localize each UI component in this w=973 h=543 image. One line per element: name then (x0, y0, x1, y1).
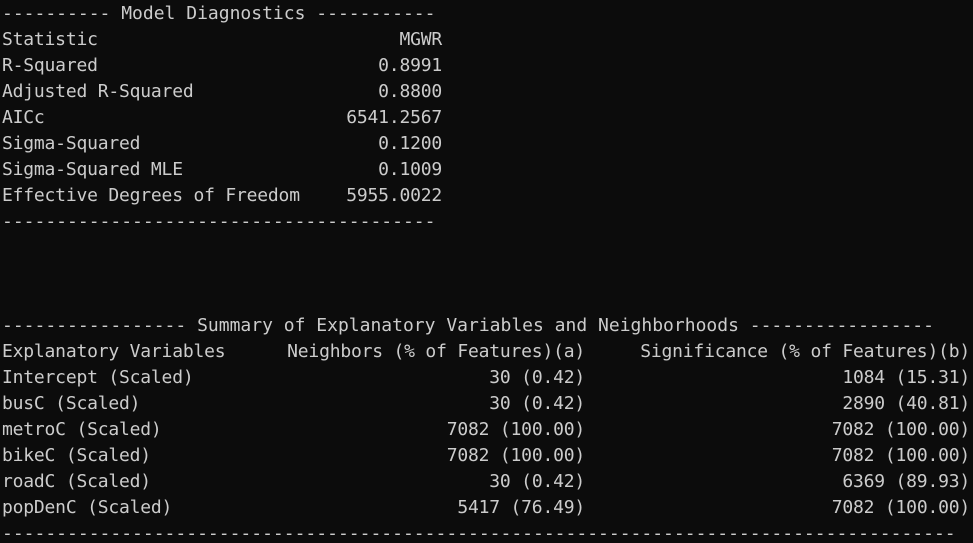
variable-name: Intercept (Scaled) (2, 367, 194, 388)
table-row: popDenC (Scaled) 5417 (76.49) 7082 (100.… (2, 495, 970, 521)
table-row: roadC (Scaled) 30 (0.42) 6369 (89.93) (2, 469, 970, 495)
diagnostic-row: AICc 6541.2567 (2, 105, 442, 131)
neighbors-value: 30 (0.42) (489, 471, 585, 492)
variable-name: roadC (Scaled) (2, 471, 151, 492)
diagnostic-row: R-Squared 0.8991 (2, 53, 442, 79)
neighbors-value: 30 (0.42) (489, 393, 585, 414)
significance-header: Significance (% of Features)(b) (640, 341, 970, 362)
statistic-header: Statistic (2, 29, 98, 50)
variable-name: bikeC (Scaled) (2, 445, 151, 466)
diagnostic-label: R-Squared (2, 55, 98, 76)
diagnostic-value: 5955.0022 (346, 185, 442, 206)
diagnostic-row: Sigma-Squared 0.1200 (2, 131, 442, 157)
mgwr-header: MGWR (399, 29, 442, 50)
variable-name: busC (Scaled) (2, 393, 141, 414)
diagnostic-row: Sigma-Squared MLE 0.1009 (2, 157, 442, 183)
significance-value: 7082 (100.00) (831, 419, 970, 440)
neighbors-value: 5417 (76.49) (457, 497, 585, 518)
diagnostic-row: Adjusted R-Squared 0.8800 (2, 79, 442, 105)
significance-value: 1084 (15.31) (842, 367, 970, 388)
neighbors-value: 7082 (100.00) (446, 419, 585, 440)
variables-header: Explanatory Variables (2, 341, 226, 362)
diagnostics-header-rule: ---------- Model Diagnostics ----------- (2, 3, 436, 24)
diagnostics-footer-rule: ---------------------------------------- (2, 211, 436, 232)
significance-value: 7082 (100.00) (831, 497, 970, 518)
diagnostic-value: 0.8800 (378, 81, 442, 102)
neighbors-value: 30 (0.42) (489, 367, 585, 388)
diagnostic-label: Adjusted R-Squared (2, 81, 194, 102)
diagnostic-row: Effective Degrees of Freedom 5955.0022 (2, 183, 442, 209)
diagnostic-label: Sigma-Squared (2, 133, 141, 154)
summary-header-rule: ----------------- Summary of Explanatory… (2, 315, 934, 336)
table-row: metroC (Scaled) 7082 (100.00) 7082 (100.… (2, 417, 970, 443)
diagnostic-label: Effective Degrees of Freedom (2, 185, 300, 206)
summary-footer-rule: ----------------------------------------… (2, 523, 956, 543)
variable-name: popDenC (Scaled) (2, 497, 173, 518)
diagnostic-value: 0.1200 (378, 133, 442, 154)
variable-name: metroC (Scaled) (2, 419, 162, 440)
table-row: bikeC (Scaled) 7082 (100.00) 7082 (100.0… (2, 443, 970, 469)
significance-value: 6369 (89.93) (842, 471, 970, 492)
diagnostic-label: AICc (2, 107, 45, 128)
significance-value: 7082 (100.00) (831, 445, 970, 466)
neighbors-header: Neighbors (% of Features)(a) (287, 341, 585, 362)
diagnostic-label: Sigma-Squared MLE (2, 159, 183, 180)
table-row: Intercept (Scaled) 30 (0.42) 1084 (15.31… (2, 365, 970, 391)
table-row: busC (Scaled) 30 (0.42) 2890 (40.81) (2, 391, 970, 417)
summary-column-header: Explanatory Variables Neighbors (% of Fe… (2, 339, 970, 365)
neighbors-value: 7082 (100.00) (446, 445, 585, 466)
significance-value: 2890 (40.81) (842, 393, 970, 414)
diagnostic-value: 6541.2567 (346, 107, 442, 128)
diagnostics-column-header: Statistic MGWR (2, 27, 442, 53)
diagnostic-value: 0.1009 (378, 159, 442, 180)
diagnostic-value: 0.8991 (378, 55, 442, 76)
terminal-output: ---------- Model Diagnostics -----------… (0, 0, 973, 543)
